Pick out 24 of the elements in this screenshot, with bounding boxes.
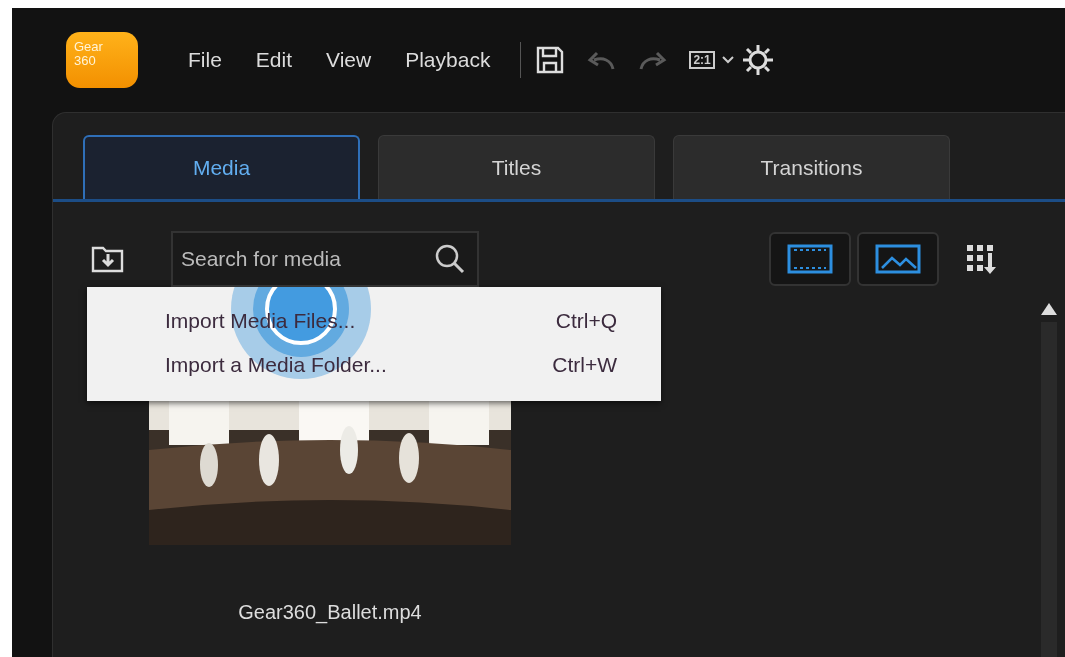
file-name: Gear360_Ballet.mp4: [238, 600, 422, 626]
video-view-button[interactable]: [769, 231, 851, 286]
menu-option[interactable]: Import a Media Folder... Ctrl+W: [87, 343, 661, 387]
scroll-up-arrow-icon[interactable]: [1040, 302, 1058, 316]
menu-item[interactable]: File: [188, 44, 222, 76]
menu-item[interactable]: Playback: [405, 44, 491, 76]
shortcut-text: Ctrl+W: [552, 352, 617, 379]
shortcut-text: Ctrl+Q: [555, 308, 617, 335]
photo-view-button[interactable]: [857, 231, 939, 286]
option-label: Import a Media Folder...: [165, 352, 387, 379]
settings-icon[interactable]: [740, 43, 775, 77]
logo-text: 360: [74, 54, 97, 68]
landscape-icon: [874, 242, 922, 275]
search-field[interactable]: Search for media: [171, 230, 479, 287]
tab[interactable]: Media: [83, 135, 360, 199]
menu-item[interactable]: Edit: [255, 44, 293, 76]
save-icon[interactable]: [535, 45, 566, 75]
tab[interactable]: Titles: [378, 135, 655, 199]
logo-text: Gear: [74, 40, 104, 54]
film-strip-icon: [786, 242, 834, 275]
caret-icon[interactable]: [720, 55, 735, 65]
menu-item[interactable]: View: [326, 44, 372, 76]
zoom-ratio-label[interactable]: 2:1: [689, 51, 715, 69]
tab[interactable]: Transitions: [673, 135, 950, 199]
